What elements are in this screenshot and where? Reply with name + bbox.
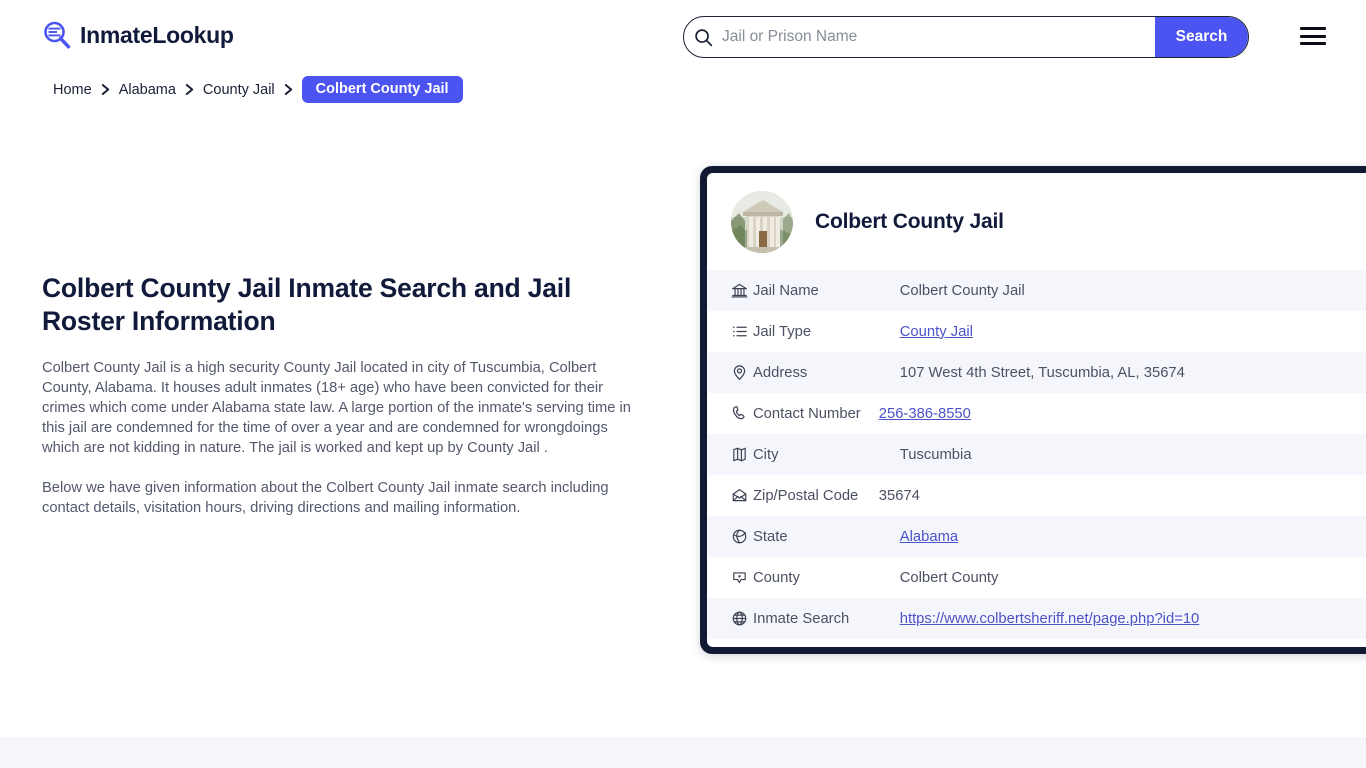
breadcrumb-item-home[interactable]: Home [53,82,92,98]
row-label: County [753,569,800,586]
row-value: Alabama [875,516,1366,557]
breadcrumb: Home Alabama County Jail Colbert County … [53,76,463,103]
row-label: State [753,528,788,545]
courthouse-photo [731,190,793,253]
brand-name: InmateLookup [80,22,234,48]
intro-paragraph: Colbert County Jail is a high security C… [42,360,631,456]
state-link[interactable]: Alabama [900,529,958,545]
breadcrumb-item-current: Colbert County Jail [301,76,463,103]
map-pin-icon [707,352,753,393]
contact-number-link[interactable]: 256-386-8550 [879,406,971,422]
table-row: County Colbert County [707,557,1366,598]
site-logo[interactable]: InmateLookup [42,20,234,50]
county-map-icon [707,557,753,598]
search-list-icon [42,20,72,50]
bank-icon [707,270,753,311]
jail-info-card: Colbert County Jail Jail Name Colbert Co… [700,166,1366,654]
table-row: Jail Name Colbert County Jail [707,270,1366,311]
table-row: Jail Type County Jail [707,311,1366,352]
row-label: Contact Number [753,405,861,422]
hamburger-bar [1300,42,1326,45]
table-row: Inmate Search https://www.colbertsheriff… [707,598,1366,639]
row-label: Inmate Search [753,610,850,627]
page-title: Colbert County Jail Inmate Search and Ja… [42,273,572,336]
row-label: Zip/Postal Code [753,487,859,504]
search-input[interactable] [722,17,1155,57]
jail-card-title: Colbert County Jail [815,209,1004,233]
page-root: InmateLookup Search Home Alabama [0,0,1366,768]
article-column: Colbert County Jail Inmate Search and Ja… [42,272,642,534]
row-label: City [753,446,779,463]
row-value: https://www.colbertsheriff.net/page.php?… [875,598,1366,639]
list-icon [707,311,753,352]
hamburger-menu-icon[interactable] [1300,25,1326,47]
row-label: Jail Type [753,323,812,340]
breadcrumb-item-county-jail[interactable]: County Jail [203,82,275,98]
search-button[interactable]: Search [1155,17,1248,57]
hamburger-bar [1300,27,1326,30]
chevron-right-icon [185,83,194,96]
search-icon [684,28,722,47]
chevron-right-icon [284,83,293,96]
jail-info-card-inner: Colbert County Jail Jail Name Colbert Co… [707,173,1366,647]
row-value: 35674 [878,487,920,504]
web-globe-icon [707,598,753,639]
table-row: State Alabama [707,516,1366,557]
breadcrumb-item-alabama[interactable]: Alabama [119,82,176,98]
site-header: InmateLookup Search [0,0,1366,74]
row-value: Tuscumbia [899,446,972,463]
row-value: 107 West 4th Street, Tuscumbia, AL, 3567… [899,364,1185,381]
map-icon [707,434,753,475]
row-value: County Jail [875,311,1366,352]
row-value: Colbert County [899,569,999,586]
footer-band [0,737,1366,768]
search-bar[interactable]: Search [683,16,1249,58]
row-label: Jail Name [753,282,819,299]
table-row: City Tuscumbia [707,434,1366,475]
secondary-paragraph: Below we have given information about th… [42,480,609,516]
table-row: Contact Number 256-386-8550 [707,393,1366,434]
jail-type-link[interactable]: County Jail [900,324,973,340]
table-row: Address 107 West 4th Street, Tuscumbia, … [707,352,1366,393]
phone-icon [707,393,753,434]
envelope-icon [707,475,753,516]
row-value: Colbert County Jail [899,282,1025,299]
globe-icon [707,516,753,557]
table-row: Zip/Postal Code 35674 [707,475,1366,516]
chevron-right-icon [101,83,110,96]
row-label: Address [753,364,808,381]
row-value: 256-386-8550 [875,393,1366,434]
inmate-search-link[interactable]: https://www.colbertsheriff.net/page.php?… [900,611,1200,627]
jail-details-table: Jail Name Colbert County Jail Jail Type … [707,270,1366,639]
jail-card-header: Colbert County Jail [707,173,1366,270]
hamburger-bar [1300,34,1326,38]
